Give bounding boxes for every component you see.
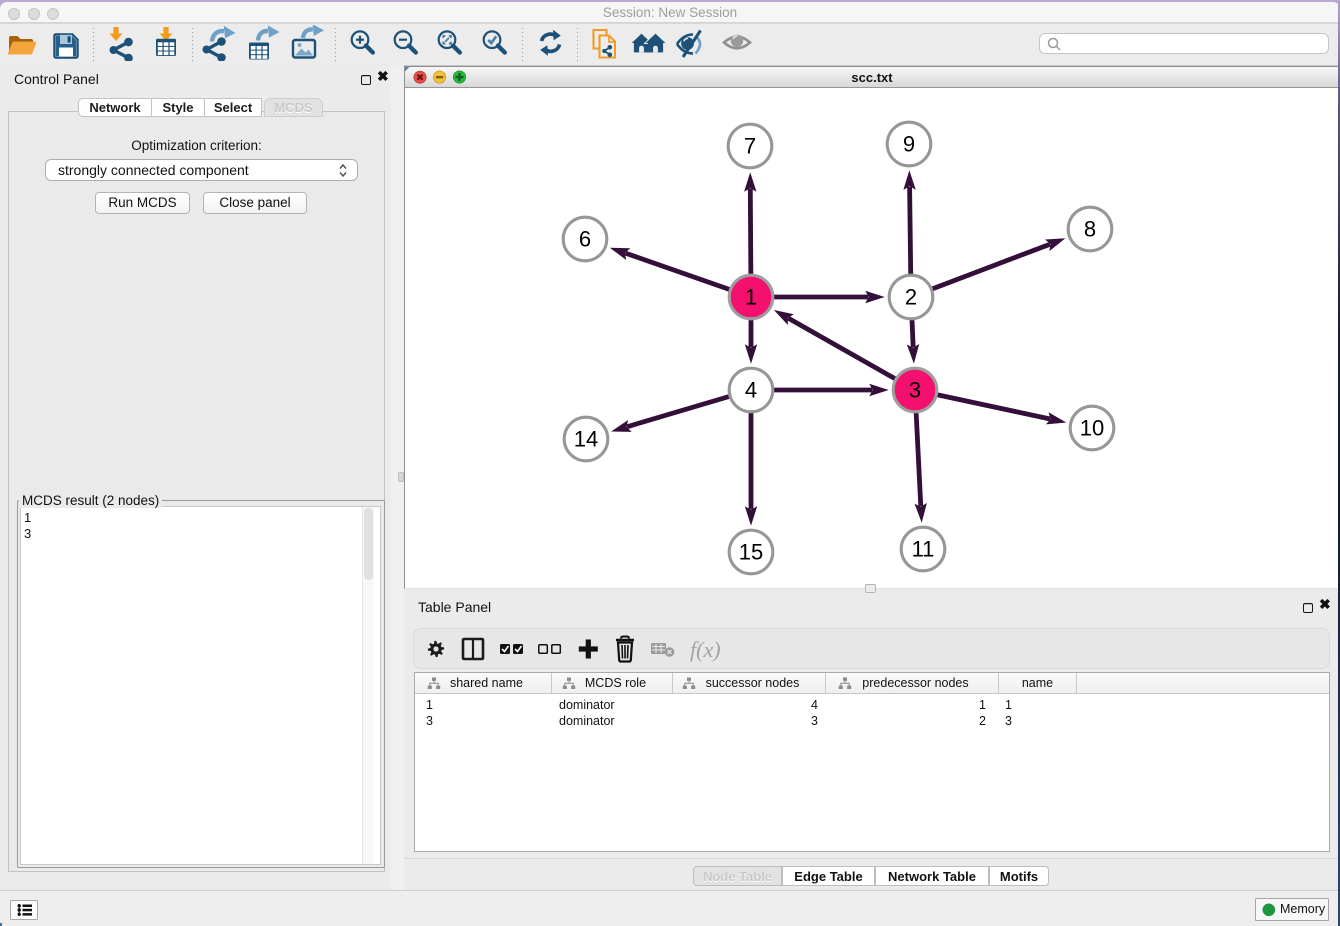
svg-text:9: 9 xyxy=(903,132,915,157)
svg-text:f(x): f(x) xyxy=(690,637,721,662)
svg-text:7: 7 xyxy=(744,134,756,159)
svg-text:2: 2 xyxy=(905,285,917,310)
svg-text:11: 11 xyxy=(912,537,935,562)
svg-text:8: 8 xyxy=(1084,217,1096,242)
svg-text:3: 3 xyxy=(909,378,921,403)
svg-text:15: 15 xyxy=(739,540,763,565)
svg-text:6: 6 xyxy=(579,227,591,252)
svg-text:1: 1 xyxy=(745,285,757,310)
svg-text:4: 4 xyxy=(745,378,757,403)
svg-text:10: 10 xyxy=(1080,416,1104,441)
svg-text:14: 14 xyxy=(574,427,598,452)
